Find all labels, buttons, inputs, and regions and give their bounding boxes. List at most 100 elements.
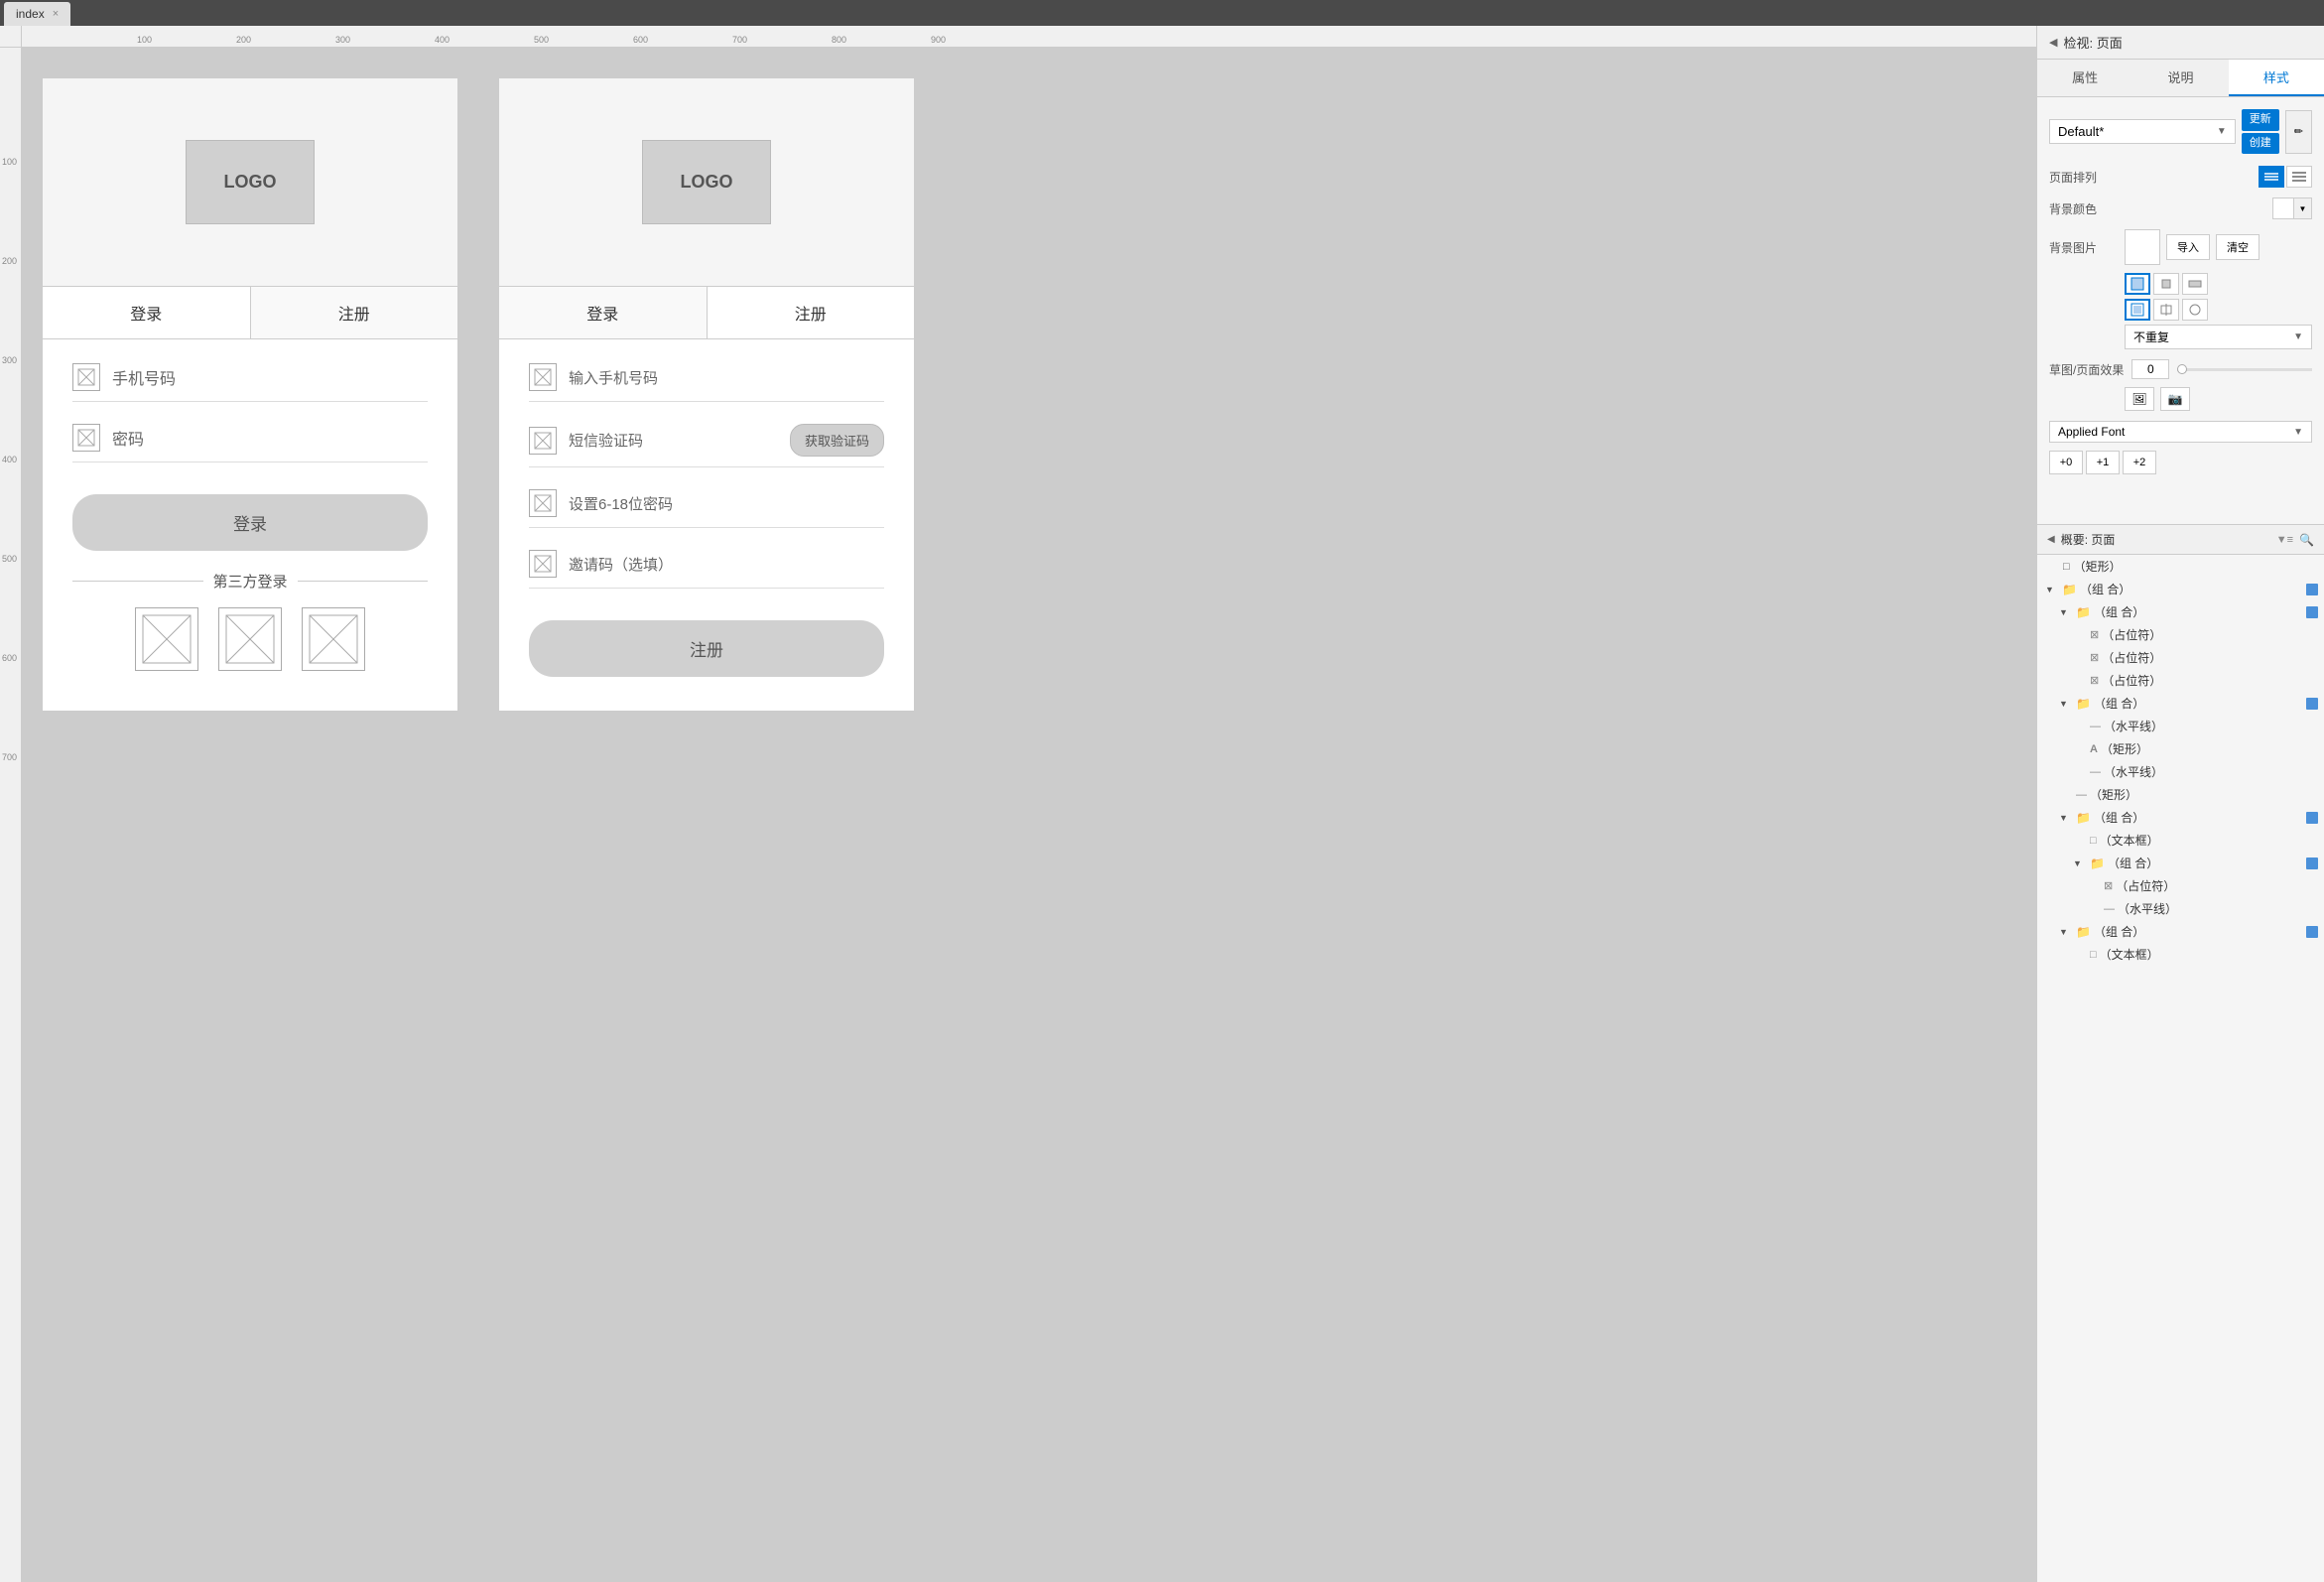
tree-item-hline3[interactable]: — （水平线） <box>2037 897 2324 920</box>
sms-icon <box>529 427 557 455</box>
sms-label: 短信验证码 <box>569 430 778 451</box>
ruler-mark-800: 800 <box>832 35 846 45</box>
third-party-icon-1[interactable] <box>135 607 198 671</box>
right-panel: ◀ 检视: 页面 属性 说明 样式 Default* ▼ <box>2036 26 2324 1582</box>
logo-box-left: LOGO <box>186 140 315 224</box>
ruler-left-600: 600 <box>2 653 17 663</box>
toggle-3[interactable]: ▼ <box>2059 699 2073 709</box>
outline-search-icon[interactable]: 🔍 <box>2299 533 2314 547</box>
folder-icon-5: 📁 <box>2090 857 2105 870</box>
tree-item-group6[interactable]: ▼ 📁 （组 合） <box>2037 920 2324 943</box>
bg-opt-4[interactable] <box>2125 299 2150 321</box>
tab-login-right[interactable]: 登录 <box>499 287 708 338</box>
tree-item-placeholder1[interactable]: ⊠ （占位符） <box>2037 623 2324 646</box>
outline-header: ◀ 概要: 页面 ▼≡ 🔍 <box>2037 525 2324 555</box>
ruler-mark-500: 500 <box>534 35 549 45</box>
third-party-icon-2[interactable] <box>218 607 282 671</box>
font-dropdown-arrow: ▼ <box>2293 427 2303 438</box>
register-submit-btn[interactable]: 注册 <box>529 620 884 677</box>
phone-label: 手机号码 <box>112 365 176 389</box>
third-party-icons <box>72 607 428 671</box>
tree-item-placeholder3[interactable]: ⊠ （占位符） <box>2037 669 2324 692</box>
tab-description[interactable]: 说明 <box>2132 60 2228 96</box>
tree-item-group2[interactable]: ▼ 📁 （组 合） <box>2037 600 2324 623</box>
close-icon[interactable]: × <box>53 8 59 20</box>
tree-item-text-rect[interactable]: A （矩形） <box>2037 737 2324 760</box>
bg-opt-2[interactable] <box>2153 273 2179 295</box>
ruler-mark-200: 200 <box>236 35 251 45</box>
reg-password-label: 设置6-18位密码 <box>569 493 673 514</box>
tree-item-rect[interactable]: □ （矩形） <box>2037 555 2324 578</box>
tree-item-group3[interactable]: ▼ 📁 （组 合） <box>2037 692 2324 715</box>
sketch-icon-2[interactable]: 📷 <box>2160 387 2190 411</box>
rect-icon: □ <box>2063 561 2070 573</box>
hline-icon-3: — <box>2104 903 2115 915</box>
layout-btn-1[interactable] <box>2259 166 2284 188</box>
tab-attributes[interactable]: 属性 <box>2037 60 2132 96</box>
tree-item-group4[interactable]: ▼ 📁 （组 合） <box>2037 806 2324 829</box>
outline-collapse-icon[interactable]: ◀ <box>2047 534 2055 545</box>
ruler-left-100: 100 <box>2 157 17 167</box>
style-dropdown-arrow: ▼ <box>2217 126 2227 137</box>
tab-register-left[interactable]: 注册 <box>251 287 458 338</box>
tree-item-placeholder4[interactable]: ⊠ （占位符） <box>2037 874 2324 897</box>
style-dropdown[interactable]: Default* ▼ <box>2049 119 2236 144</box>
third-party-label: 第三方登录 <box>72 571 428 592</box>
tree-item-group5[interactable]: ▼ 📁 （组 合） <box>2037 852 2324 874</box>
ruler-left-300: 300 <box>2 355 17 365</box>
create-btn[interactable]: 创建 <box>2242 133 2279 155</box>
placeholder-icon-2: ⊠ <box>2090 651 2099 664</box>
badge-3 <box>2306 698 2318 710</box>
bg-opt-1[interactable] <box>2125 273 2150 295</box>
third-party-icon-3[interactable] <box>302 607 365 671</box>
ruler-mark-100: 100 <box>137 35 152 45</box>
ruler-mark-700: 700 <box>732 35 747 45</box>
bg-color-btn[interactable] <box>2272 198 2294 219</box>
toggle-6[interactable]: ▼ <box>2059 927 2073 937</box>
invite-field: 邀请码（选填） <box>529 550 884 589</box>
font-dropdown[interactable]: Applied Font ▼ <box>2049 421 2312 443</box>
toggle-1[interactable]: ▼ <box>2045 585 2059 594</box>
collapse-icon[interactable]: ◀ <box>2049 36 2057 49</box>
outline-filter-icon[interactable]: ▼≡ <box>2276 534 2293 546</box>
invite-icon <box>529 550 557 578</box>
tree-item-hline1[interactable]: — （水平线） <box>2037 715 2324 737</box>
toggle-5[interactable]: ▼ <box>2073 858 2087 868</box>
tree-item-small-rect[interactable]: — （矩形） <box>2037 783 2324 806</box>
import-btn[interactable]: 导入 <box>2166 234 2210 260</box>
bg-color-dropdown-btn[interactable]: ▼ <box>2294 198 2312 219</box>
tree-item-group1[interactable]: ▼ 📁 （组 合） <box>2037 578 2324 600</box>
clear-btn[interactable]: 清空 <box>2216 234 2259 260</box>
canvas-scroll[interactable]: LOGO 登录 注册 <box>22 48 2036 1582</box>
sketch-slider-track[interactable] <box>2177 368 2312 371</box>
no-repeat-dropdown[interactable]: 不重复 ▼ <box>2125 325 2312 349</box>
font-size-0[interactable]: +0 <box>2049 451 2083 474</box>
bg-color-row: 背景颜色 ▼ <box>2049 198 2312 219</box>
bg-opt-6[interactable] <box>2182 299 2208 321</box>
tab-style[interactable]: 样式 <box>2229 60 2324 96</box>
bg-opt-3[interactable] <box>2182 273 2208 295</box>
toggle-4[interactable]: ▼ <box>2059 813 2073 823</box>
bg-opt-5[interactable] <box>2153 299 2179 321</box>
style-content: Default* ▼ 更新 创建 ✏ 页面排列 <box>2037 97 2324 524</box>
tree-item-hline2[interactable]: — （水平线） <box>2037 760 2324 783</box>
font-size-2[interactable]: +2 <box>2123 451 2156 474</box>
tree-item-textbox2[interactable]: □ （文本框） <box>2037 943 2324 966</box>
tree-item-textbox1[interactable]: □ （文本框） <box>2037 829 2324 852</box>
sketch-input[interactable] <box>2131 359 2169 379</box>
sketch-icon-1[interactable]: 🖼 <box>2125 387 2154 411</box>
tab-index[interactable]: index × <box>4 2 70 26</box>
get-sms-btn[interactable]: 获取验证码 <box>790 424 884 457</box>
toggle-2[interactable]: ▼ <box>2059 607 2073 617</box>
tab-register-right[interactable]: 注册 <box>708 287 915 338</box>
no-repeat-row: 不重复 ▼ <box>2049 325 2312 349</box>
tree-item-placeholder2[interactable]: ⊠ （占位符） <box>2037 646 2324 669</box>
font-size-1[interactable]: +1 <box>2086 451 2120 474</box>
tab-login-left[interactable]: 登录 <box>43 287 251 338</box>
update-btn[interactable]: 更新 <box>2242 109 2279 131</box>
login-submit-btn[interactable]: 登录 <box>72 494 428 551</box>
layout-btn-2[interactable] <box>2286 166 2312 188</box>
edit-style-btn[interactable]: ✏ <box>2285 110 2312 154</box>
page-layout-btns <box>2259 166 2312 188</box>
sketch-slider-thumb[interactable] <box>2177 364 2187 374</box>
